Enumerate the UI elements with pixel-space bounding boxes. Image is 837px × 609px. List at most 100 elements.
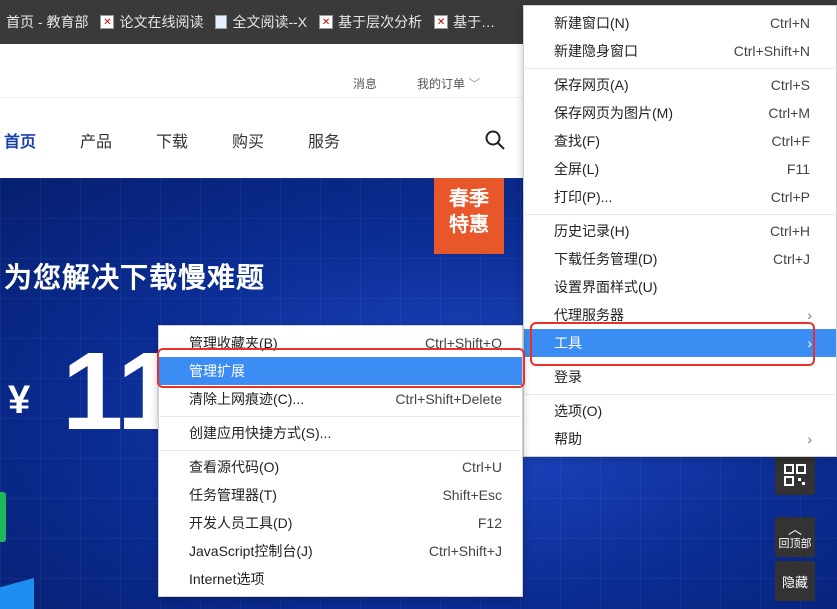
menu-item-label: 新建隐身窗口 <box>554 41 638 61</box>
menu-item-label: 清除上网痕迹(C)... <box>189 389 304 409</box>
nav-buy[interactable]: 购买 <box>232 128 264 152</box>
bookmark-label: 基于层次分析 <box>338 12 422 32</box>
chevron-right-icon: › <box>807 307 812 323</box>
promo-badge: 春季特惠 <box>434 178 504 254</box>
cnki-icon: ✕ <box>319 15 333 29</box>
menu-item-shortcut: Ctrl+N <box>770 15 810 31</box>
annotation-highlight-extensions <box>157 348 525 388</box>
submenu-item-app-shortcut[interactable]: 创建应用快捷方式(S)... <box>159 419 522 447</box>
submenu-item-js-console[interactable]: JavaScript控制台(J) Ctrl+Shift+J <box>159 537 522 565</box>
menu-item-history[interactable]: 历史记录(H) Ctrl+H <box>524 217 836 245</box>
bookmark-item[interactable]: 全文阅读--X <box>209 0 313 44</box>
menu-divider <box>525 214 835 215</box>
bookmark-item[interactable]: ✕ 论文在线阅读 <box>94 0 209 44</box>
menu-item-find[interactable]: 查找(F)Ctrl+F <box>524 127 836 155</box>
chevron-down-icon: ﹀ <box>468 77 480 91</box>
nav-products[interactable]: 产品 <box>80 128 112 152</box>
cnki-icon: ✕ <box>434 15 448 29</box>
submenu-item-view-source[interactable]: 查看源代码(O) Ctrl+U <box>159 453 522 481</box>
menu-item-shortcut: Ctrl+H <box>770 223 810 239</box>
nav-home[interactable]: 首页 <box>4 128 36 152</box>
menu-divider <box>525 394 835 395</box>
menu-item-label: 保存网页(A) <box>554 75 629 95</box>
menu-item-save-page[interactable]: 保存网页(A) Ctrl+S <box>524 71 836 99</box>
menu-item-shortcut: Ctrl+U <box>462 459 502 475</box>
menu-item-label: 开发人员工具(D) <box>189 513 292 533</box>
search-icon[interactable] <box>485 130 505 150</box>
menu-item-label: 查看源代码(O) <box>189 457 279 477</box>
menu-item-label: 打印(P)... <box>554 187 612 207</box>
document-icon <box>215 15 227 29</box>
price-symbol: ¥ <box>8 378 30 423</box>
menu-item-label: 设置界面样式(U) <box>554 277 657 297</box>
menu-item-shortcut: Ctrl+J <box>773 251 810 267</box>
bookmark-item[interactable]: 首页 - 教育部 <box>0 0 94 44</box>
bookmark-label: 首页 - 教育部 <box>6 12 88 32</box>
menu-divider <box>160 450 521 451</box>
menu-item-label: 任务管理器(T) <box>189 485 277 505</box>
submenu-item-devtools[interactable]: 开发人员工具(D) F12 <box>159 509 522 537</box>
side-green-tab[interactable] <box>0 492 6 542</box>
menu-item-save-as-image[interactable]: 保存网页为图片(M) Ctrl+M <box>524 99 836 127</box>
menu-item-help[interactable]: 帮助 › <box>524 425 836 453</box>
menu-item-label: 下载任务管理(D) <box>554 249 657 269</box>
menu-item-downloads[interactable]: 下载任务管理(D) Ctrl+J <box>524 245 836 273</box>
menu-item-label: 查找(F) <box>554 131 600 151</box>
menu-item-label: 登录 <box>554 367 582 387</box>
bookmark-label: 基于… <box>453 12 495 32</box>
menu-item-shortcut: Ctrl+Shift+Delete <box>395 391 502 407</box>
menu-item-new-window[interactable]: 新建窗口(N) Ctrl+N <box>524 9 836 37</box>
menu-item-label: Internet选项 <box>189 569 264 589</box>
menu-item-shortcut: Ctrl+Shift+J <box>429 543 502 559</box>
qr-code-icon <box>784 464 806 486</box>
menu-item-shortcut: Shift+Esc <box>442 487 502 503</box>
submenu-item-clear-data[interactable]: 清除上网痕迹(C)... Ctrl+Shift+Delete <box>159 385 522 413</box>
menu-item-label: 帮助 <box>554 429 582 449</box>
annotation-highlight-tools <box>530 322 815 366</box>
menu-item-label: JavaScript控制台(J) <box>189 541 313 561</box>
qr-code-button[interactable] <box>775 455 815 495</box>
orders-link[interactable]: 我的订单 ﹀ <box>417 75 480 92</box>
bookmark-label: 全文阅读--X <box>232 12 307 32</box>
nav-download[interactable]: 下载 <box>156 128 188 152</box>
hide-label: 隐藏 <box>782 572 808 591</box>
bookmark-item[interactable]: ✕ 基于层次分析 <box>313 0 428 44</box>
menu-item-options[interactable]: 选项(O) <box>524 397 836 425</box>
hero-title: 为您解决下载慢难题 <box>4 256 265 296</box>
menu-item-shortcut: Ctrl+S <box>771 77 810 93</box>
menu-item-shortcut: Ctrl+Shift+N <box>734 43 810 59</box>
badge-line: 春季 <box>434 186 504 212</box>
menu-item-new-incognito[interactable]: 新建隐身窗口 Ctrl+Shift+N <box>524 37 836 65</box>
menu-item-fullscreen[interactable]: 全屏(L) F11 <box>524 155 836 183</box>
menu-divider <box>160 416 521 417</box>
menu-item-print[interactable]: 打印(P)... Ctrl+P <box>524 183 836 211</box>
menu-item-label: 历史记录(H) <box>554 221 629 241</box>
browser-main-menu: 新建窗口(N) Ctrl+N 新建隐身窗口 Ctrl+Shift+N 保存网页(A)… <box>523 5 837 457</box>
menu-divider <box>525 68 835 69</box>
badge-line: 特惠 <box>434 212 504 238</box>
bookmark-item[interactable]: ✕ 基于… <box>428 0 501 44</box>
chevron-right-icon: › <box>807 431 812 447</box>
menu-item-appearance[interactable]: 设置界面样式(U) <box>524 273 836 301</box>
menu-item-label: 全屏(L) <box>554 159 599 179</box>
back-to-top-button[interactable]: ︿ 回顶部 <box>775 517 815 557</box>
menu-item-shortcut: Ctrl+P <box>771 189 810 205</box>
nav-service[interactable]: 服务 <box>308 128 340 152</box>
cnki-icon: ✕ <box>100 15 114 29</box>
messages-link[interactable]: 消息 <box>353 75 377 92</box>
hide-button[interactable]: 隐藏 <box>775 561 815 601</box>
bookmark-label: 论文在线阅读 <box>119 12 203 32</box>
menu-item-shortcut: F11 <box>787 161 810 177</box>
orders-label: 我的订单 <box>417 77 465 91</box>
menu-item-label: 创建应用快捷方式(S)... <box>189 423 331 443</box>
menu-item-label: 保存网页为图片(M) <box>554 103 673 123</box>
menu-item-login[interactable]: 登录 <box>524 363 836 391</box>
menu-item-label: 选项(O) <box>554 401 602 421</box>
menu-item-label: 新建窗口(N) <box>554 13 629 33</box>
submenu-item-task-manager[interactable]: 任务管理器(T) Shift+Esc <box>159 481 522 509</box>
submenu-item-internet-options[interactable]: Internet选项 <box>159 565 522 593</box>
back-to-top-label: 回顶部 <box>779 535 812 551</box>
menu-item-shortcut: Ctrl+M <box>768 105 810 121</box>
chevron-up-icon: ︿ <box>788 523 802 535</box>
menu-item-shortcut: F12 <box>478 515 502 531</box>
